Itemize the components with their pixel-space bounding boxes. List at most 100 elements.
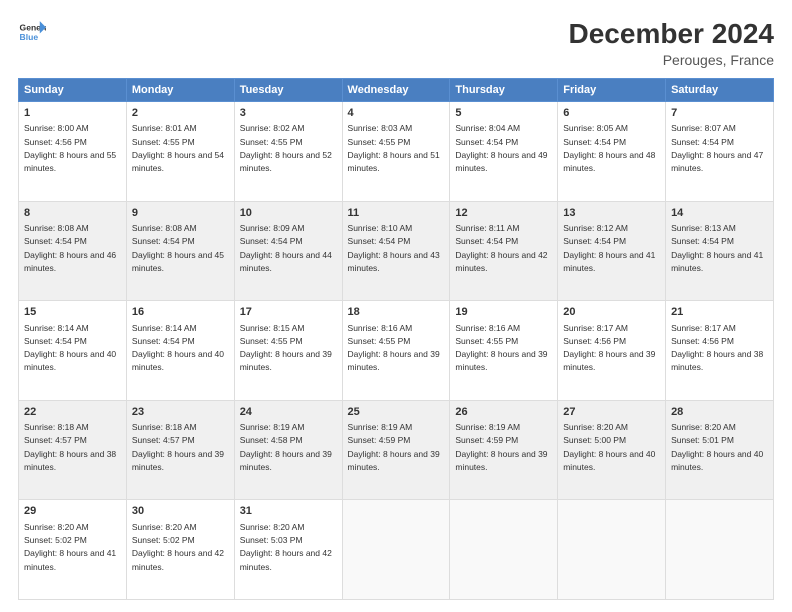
day-number: 9 <box>132 206 229 221</box>
day-cell: 3 Sunrise: 8:02 AMSunset: 4:55 PMDaylight… <box>234 102 342 202</box>
day-cell: 11 Sunrise: 8:10 AMSunset: 4:54 PMDayligh… <box>342 201 450 301</box>
day-info: Sunrise: 8:01 AMSunset: 4:55 PMDaylight:… <box>132 123 224 173</box>
subtitle: Perouges, France <box>569 52 774 68</box>
day-info: Sunrise: 8:20 AMSunset: 5:02 PMDaylight:… <box>132 522 224 572</box>
header: General Blue December 2024 Perouges, Fra… <box>18 18 774 68</box>
day-cell: 20 Sunrise: 8:17 AMSunset: 4:56 PMDayligh… <box>558 301 666 401</box>
day-info: Sunrise: 8:02 AMSunset: 4:55 PMDaylight:… <box>240 123 332 173</box>
day-info: Sunrise: 8:15 AMSunset: 4:55 PMDaylight:… <box>240 323 332 373</box>
week-row-4: 22 Sunrise: 8:18 AMSunset: 4:57 PMDayligh… <box>19 400 774 500</box>
day-number: 1 <box>24 106 121 121</box>
day-info: Sunrise: 8:12 AMSunset: 4:54 PMDaylight:… <box>563 223 655 273</box>
day-number: 10 <box>240 206 337 221</box>
day-number: 4 <box>348 106 445 121</box>
week-row-2: 8 Sunrise: 8:08 AMSunset: 4:54 PMDaylight… <box>19 201 774 301</box>
day-cell: 24Sunrise: 8:19 AMSunset: 4:58 PMDayligh… <box>234 400 342 500</box>
day-number: 20 <box>563 305 660 320</box>
day-info: Sunrise: 8:19 AMSunset: 4:59 PMDaylight:… <box>455 422 547 472</box>
day-info: Sunrise: 8:10 AMSunset: 4:54 PMDaylight:… <box>348 223 440 273</box>
day-cell <box>450 500 558 600</box>
day-info: Sunrise: 8:19 AMSunset: 4:59 PMDaylight:… <box>348 422 440 472</box>
title-block: December 2024 Perouges, France <box>569 18 774 68</box>
day-info: Sunrise: 8:18 AMSunset: 4:57 PMDaylight:… <box>24 422 116 472</box>
day-info: Sunrise: 8:09 AMSunset: 4:54 PMDaylight:… <box>240 223 332 273</box>
day-cell: 26 Sunrise: 8:19 AMSunset: 4:59 PMDayligh… <box>450 400 558 500</box>
page: General Blue December 2024 Perouges, Fra… <box>0 0 792 612</box>
day-info: Sunrise: 8:08 AMSunset: 4:54 PMDaylight:… <box>132 223 224 273</box>
day-info: Sunrise: 8:04 AMSunset: 4:54 PMDaylight:… <box>455 123 547 173</box>
day-cell: 30Sunrise: 8:20 AMSunset: 5:02 PMDayligh… <box>126 500 234 600</box>
day-info: Sunrise: 8:17 AMSunset: 4:56 PMDaylight:… <box>671 323 763 373</box>
col-wednesday: Wednesday <box>342 79 450 102</box>
day-cell: 29 Sunrise: 8:20 AMSunset: 5:02 PMDayligh… <box>19 500 127 600</box>
day-info: Sunrise: 8:20 AMSunset: 5:02 PMDaylight:… <box>24 522 116 572</box>
day-number: 11 <box>348 206 445 221</box>
day-info: Sunrise: 8:18 AMSunset: 4:57 PMDaylight:… <box>132 422 224 472</box>
week-row-3: 15 Sunrise: 8:14 AMSunset: 4:54 PMDayligh… <box>19 301 774 401</box>
day-cell: 9 Sunrise: 8:08 AMSunset: 4:54 PMDaylight… <box>126 201 234 301</box>
day-cell: 23 Sunrise: 8:18 AMSunset: 4:57 PMDayligh… <box>126 400 234 500</box>
day-info: Sunrise: 8:05 AMSunset: 4:54 PMDaylight:… <box>563 123 655 173</box>
col-sunday: Sunday <box>19 79 127 102</box>
calendar-table: Sunday Monday Tuesday Wednesday Thursday… <box>18 78 774 600</box>
day-cell: 25Sunrise: 8:19 AMSunset: 4:59 PMDayligh… <box>342 400 450 500</box>
week-row-5: 29 Sunrise: 8:20 AMSunset: 5:02 PMDayligh… <box>19 500 774 600</box>
svg-text:Blue: Blue <box>20 32 39 42</box>
logo-icon: General Blue <box>18 18 46 46</box>
day-cell: 1Sunrise: 8:00 AMSunset: 4:56 PMDaylight… <box>19 102 127 202</box>
header-row: Sunday Monday Tuesday Wednesday Thursday… <box>19 79 774 102</box>
day-number: 15 <box>24 305 121 320</box>
day-cell: 2 Sunrise: 8:01 AMSunset: 4:55 PMDaylight… <box>126 102 234 202</box>
day-cell: 18 Sunrise: 8:16 AMSunset: 4:55 PMDayligh… <box>342 301 450 401</box>
logo: General Blue <box>18 18 46 46</box>
day-number: 8 <box>24 206 121 221</box>
day-number: 6 <box>563 106 660 121</box>
col-saturday: Saturday <box>666 79 774 102</box>
day-info: Sunrise: 8:16 AMSunset: 4:55 PMDaylight:… <box>455 323 547 373</box>
day-cell: 6 Sunrise: 8:05 AMSunset: 4:54 PMDaylight… <box>558 102 666 202</box>
day-cell: 16Sunrise: 8:14 AMSunset: 4:54 PMDayligh… <box>126 301 234 401</box>
col-tuesday: Tuesday <box>234 79 342 102</box>
day-cell: 4 Sunrise: 8:03 AMSunset: 4:55 PMDaylight… <box>342 102 450 202</box>
day-cell: 12 Sunrise: 8:11 AMSunset: 4:54 PMDayligh… <box>450 201 558 301</box>
day-cell: 15 Sunrise: 8:14 AMSunset: 4:54 PMDayligh… <box>19 301 127 401</box>
day-info: Sunrise: 8:20 AMSunset: 5:01 PMDaylight:… <box>671 422 763 472</box>
day-number: 29 <box>24 504 121 519</box>
day-info: Sunrise: 8:14 AMSunset: 4:54 PMDaylight:… <box>24 323 116 373</box>
day-cell: 31Sunrise: 8:20 AMSunset: 5:03 PMDayligh… <box>234 500 342 600</box>
day-info: Sunrise: 8:17 AMSunset: 4:56 PMDaylight:… <box>563 323 655 373</box>
day-cell: 13 Sunrise: 8:12 AMSunset: 4:54 PMDayligh… <box>558 201 666 301</box>
day-info: Sunrise: 8:07 AMSunset: 4:54 PMDaylight:… <box>671 123 763 173</box>
day-number: 2 <box>132 106 229 121</box>
day-info: Sunrise: 8:03 AMSunset: 4:55 PMDaylight:… <box>348 123 440 173</box>
day-cell <box>558 500 666 600</box>
day-number: 14 <box>671 206 768 221</box>
day-number: 23 <box>132 405 229 420</box>
day-cell: 28Sunrise: 8:20 AMSunset: 5:01 PMDayligh… <box>666 400 774 500</box>
week-row-1: 1Sunrise: 8:00 AMSunset: 4:56 PMDaylight… <box>19 102 774 202</box>
day-cell: 8Sunrise: 8:08 AMSunset: 4:54 PMDaylight… <box>19 201 127 301</box>
day-number: 24 <box>240 405 337 420</box>
day-number: 31 <box>240 504 337 519</box>
day-number: 19 <box>455 305 552 320</box>
day-cell: 21Sunrise: 8:17 AMSunset: 4:56 PMDayligh… <box>666 301 774 401</box>
day-cell: 27Sunrise: 8:20 AMSunset: 5:00 PMDayligh… <box>558 400 666 500</box>
day-cell: 10 Sunrise: 8:09 AMSunset: 4:54 PMDayligh… <box>234 201 342 301</box>
day-cell <box>342 500 450 600</box>
day-cell: 22 Sunrise: 8:18 AMSunset: 4:57 PMDayligh… <box>19 400 127 500</box>
day-cell: 17 Sunrise: 8:15 AMSunset: 4:55 PMDayligh… <box>234 301 342 401</box>
day-info: Sunrise: 8:16 AMSunset: 4:55 PMDaylight:… <box>348 323 440 373</box>
day-number: 3 <box>240 106 337 121</box>
day-info: Sunrise: 8:20 AMSunset: 5:00 PMDaylight:… <box>563 422 655 472</box>
day-number: 26 <box>455 405 552 420</box>
day-number: 22 <box>24 405 121 420</box>
day-number: 12 <box>455 206 552 221</box>
main-title: December 2024 <box>569 18 774 50</box>
day-number: 17 <box>240 305 337 320</box>
day-cell: 19 Sunrise: 8:16 AMSunset: 4:55 PMDayligh… <box>450 301 558 401</box>
day-info: Sunrise: 8:11 AMSunset: 4:54 PMDaylight:… <box>455 223 547 273</box>
day-number: 18 <box>348 305 445 320</box>
day-number: 5 <box>455 106 552 121</box>
col-monday: Monday <box>126 79 234 102</box>
day-number: 13 <box>563 206 660 221</box>
